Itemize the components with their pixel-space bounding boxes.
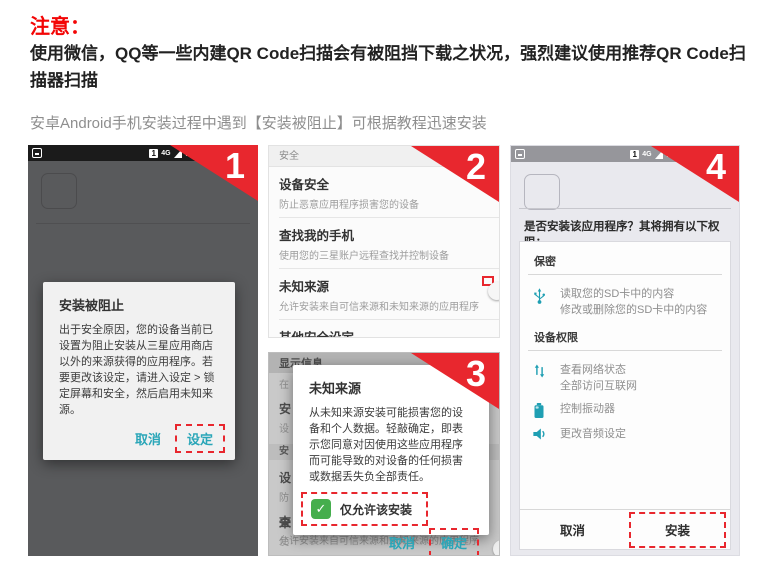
dialog-body: 从未知来源安装可能损害您的设备和个人数据。轻敲确定，即表示您同意对因使用这些应用… <box>293 402 489 485</box>
checkbox-checked-icon[interactable]: ✓ <box>311 499 331 519</box>
item-title: 设备安全 <box>279 174 489 193</box>
cancel-button[interactable]: 取消 <box>129 426 167 451</box>
speaker-icon <box>530 426 548 442</box>
permission-text: 修改或删除您的SD卡中的内容 <box>560 302 707 318</box>
screenshot-icon <box>515 149 525 159</box>
usb-icon <box>530 286 548 318</box>
permission-text: 控制振动器 <box>560 401 615 417</box>
permission-text: 查看网络状态 <box>560 362 637 378</box>
tutorial-subtitle: 安卓Android手机安装过程中遇到【安装被阻止】可根据教程迅速安装 <box>30 112 487 133</box>
settings-item-unknown-sources[interactable]: 未知来源 允许安装来自可信来源和未知来源的应用程序 <box>269 269 499 319</box>
item-subtitle: 使用您的三星账户远程查找并控制设备 <box>279 247 489 262</box>
battery-vibrate-icon <box>530 401 548 419</box>
highlight-box <box>482 276 494 286</box>
screenshot-step-1: 1 4G 7 安装被阻止 出于安全原因，您的设备当前已设置为阻止安装从三星应用商… <box>28 145 258 556</box>
dialog-body: 出于安全原因，您的设备当前已设置为阻止安装从三星应用商店以外的来源获得的应用程序… <box>43 319 235 418</box>
toggle-knob <box>488 282 500 300</box>
checkbox-label: 仅允许该安装 <box>340 501 412 518</box>
warning-text: 使用微信，QQ等一些内建QR Code扫描会有被阻挡下载之状况，强烈建议使用推荐… <box>30 40 746 94</box>
install-blocked-dialog: 安装被阻止 出于安全原因，您的设备当前已设置为阻止安装从三星应用商店以外的来源获… <box>43 282 235 460</box>
item-subtitle: 防止恶意应用程序损害您的设备 <box>279 196 489 211</box>
dimmed-row-title: 未 <box>279 514 291 531</box>
permission-row-audio: 更改音频设定 <box>530 426 720 442</box>
cancel-button[interactable]: 取消 <box>383 530 421 555</box>
dialog-actions: 取消 设定 <box>43 418 235 460</box>
item-title: 查找我的手机 <box>279 225 489 244</box>
settings-button[interactable]: 设定 <box>175 424 225 453</box>
settings-item-other-security[interactable]: 其他安全设定 更改安全更新和证书存储等其他安全设定 <box>269 320 499 338</box>
item-title: 未知来源 <box>279 276 489 295</box>
divider <box>519 208 731 209</box>
item-subtitle: 允许安装来自可信来源和未知来源的应用程序 <box>279 298 489 313</box>
step-number: 4 <box>706 147 726 187</box>
app-icon-placeholder <box>41 173 77 209</box>
cancel-button[interactable]: 取消 <box>560 520 585 539</box>
permission-row-sd: 读取您的SD卡中的内容 修改或删除您的SD卡中的内容 <box>530 286 720 318</box>
notification-badge: 1 <box>149 149 158 158</box>
unknown-sources-dialog: 未知来源 从未知来源安装可能损害您的设备和个人数据。轻敲确定，即表示您同意对因使… <box>293 365 489 535</box>
screenshot-step-4: 1 4G 7 是否安装该应用程序？其将拥有以下权限： 保密 <box>510 145 740 556</box>
step-corner: 1 <box>170 145 258 201</box>
step-number: 2 <box>466 147 486 187</box>
confirm-button[interactable]: 确定 <box>429 528 479 556</box>
notification-badge: 1 <box>630 150 639 159</box>
item-title: 其他安全设定 <box>279 327 489 338</box>
highlight-box: 安装 <box>629 512 726 548</box>
permissions-card: 保密 读取您的SD卡中的内容 修改或删除您的SD卡中 <box>519 241 731 550</box>
permission-text: 读取您的SD卡中的内容 <box>560 286 707 302</box>
device-section-header: 设备权限 <box>534 329 716 345</box>
divider <box>36 223 250 224</box>
permission-text: 全部访问互联网 <box>560 378 637 394</box>
permission-text: 更改音频设定 <box>560 426 626 442</box>
network-4g-icon: 4G <box>642 151 651 158</box>
permission-row-vibrate: 控制振动器 <box>530 401 720 419</box>
dialog-title: 安装被阻止 <box>43 282 235 319</box>
settings-item-find-my-phone[interactable]: 查找我的手机 使用您的三星账户远程查找并控制设备 <box>269 218 499 268</box>
only-allow-install-checkbox[interactable]: ✓ 仅允许该安装 <box>301 492 428 526</box>
toggle-knob <box>493 540 500 556</box>
network-4g-icon: 4G <box>161 150 170 157</box>
screenshot-step-2: 安全 设备安全 防止恶意应用程序损害您的设备 查找我的手机 使用您的三星账户远程… <box>268 145 500 338</box>
network-arrows-icon <box>530 362 548 394</box>
dialog-actions: 取消 确定 <box>293 526 489 556</box>
divider <box>528 274 722 275</box>
step-corner: 4 <box>651 146 739 202</box>
screenshot-icon <box>32 148 42 158</box>
install-button[interactable]: 安装 <box>665 524 690 538</box>
step-number: 1 <box>225 146 245 186</box>
notice-heading: 注意： <box>30 10 90 39</box>
permission-row-network: 查看网络状态 全部访问互联网 <box>530 362 720 394</box>
app-icon-placeholder <box>524 174 560 210</box>
privacy-section-header: 保密 <box>534 253 716 269</box>
screenshot-step-3: 显示信息 在 安 设 安 设 防 查 使 未 允许安装来自可信来源和未知来源的应… <box>268 352 500 556</box>
divider <box>528 350 722 351</box>
install-footer: 取消 安装 <box>520 509 730 549</box>
step-number: 3 <box>466 354 486 394</box>
